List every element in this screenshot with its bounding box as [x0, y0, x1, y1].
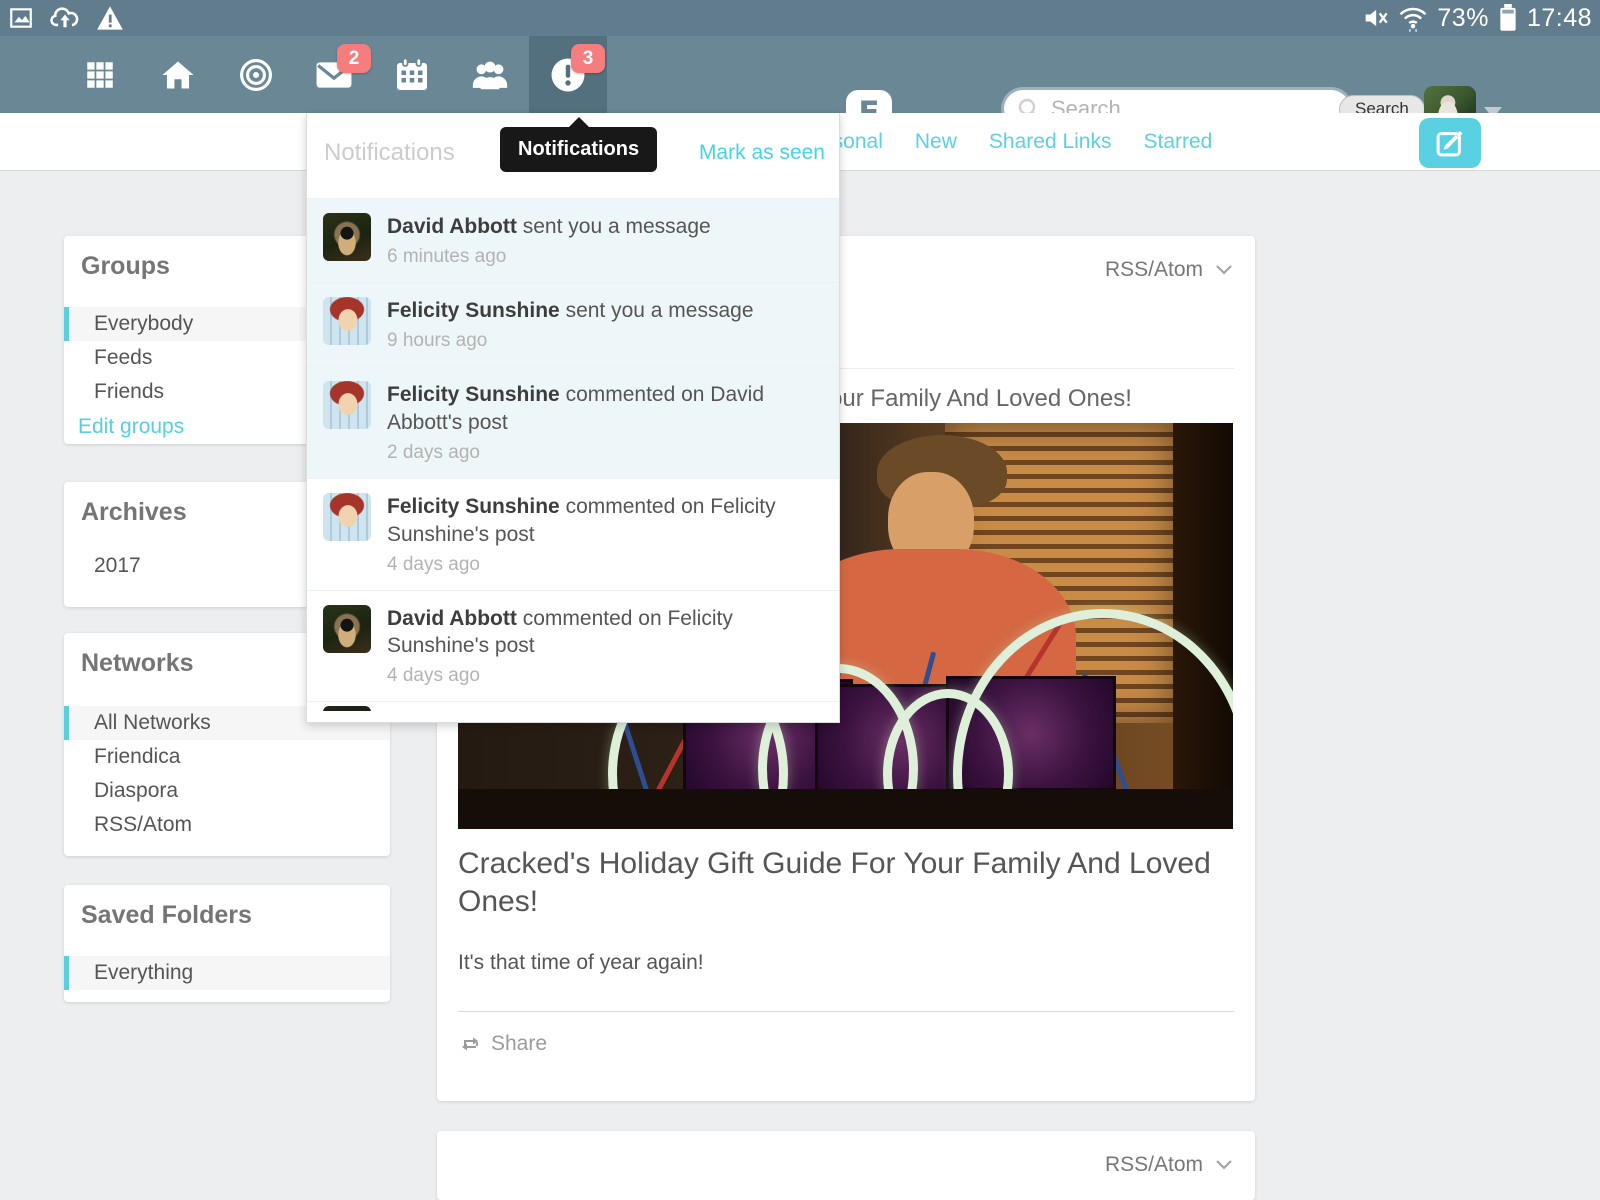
saved-folders-panel: Saved Folders Everything: [64, 885, 390, 1002]
saved-folder-item-everything[interactable]: Everything: [64, 956, 390, 990]
main-navbar: 2 3 F Search: [0, 36, 1600, 113]
avatar-felicity-sunshine: [323, 493, 371, 541]
share-button[interactable]: Share: [458, 1032, 1234, 1056]
nav-tab-network[interactable]: [217, 36, 295, 113]
mark-as-seen-link[interactable]: Mark as seen: [699, 141, 825, 165]
gallery-icon: [8, 5, 34, 31]
cloud-upload-icon: [50, 5, 80, 31]
avatar-felicity-sunshine: [323, 297, 371, 345]
avatar-david-abbott: [323, 605, 371, 653]
notification-time: 4 days ago: [387, 665, 807, 687]
notification-action: sent you a message: [523, 215, 711, 238]
tab-shared-links[interactable]: Shared Links: [989, 130, 1112, 154]
post1-network-label[interactable]: RSS/Atom: [1105, 258, 1203, 282]
network-item-diaspora[interactable]: Diaspora: [64, 774, 390, 808]
messages-badge: 2: [337, 44, 371, 73]
avatar-david-abbott: [323, 213, 371, 261]
notification-time: 6 minutes ago: [387, 246, 711, 268]
notifications-panel-title: Notifications: [324, 139, 455, 167]
compose-button[interactable]: [1419, 118, 1481, 168]
table-edge-shape: [458, 789, 1233, 829]
nav-tab-messages[interactable]: 2: [295, 36, 373, 113]
notification-time: 4 days ago: [387, 554, 807, 576]
notification-item[interactable]: David Abbott sent you a message 6 minute…: [307, 198, 839, 282]
chevron-down-icon[interactable]: [1215, 1159, 1233, 1171]
notification-action: sent you a message: [566, 299, 754, 322]
nav-tab-apps[interactable]: [61, 36, 139, 113]
post1-heading[interactable]: Cracked's Holiday Gift Guide For Your Fa…: [458, 845, 1234, 921]
notifications-tooltip: Notifications: [500, 127, 657, 172]
grid-icon: [83, 58, 117, 92]
wifi-icon: [1398, 4, 1428, 32]
chevron-down-icon[interactable]: [1215, 264, 1233, 276]
notification-item[interactable]: Felicity Sunshine commented on David Abb…: [307, 366, 839, 478]
nav-tab-events[interactable]: [373, 36, 451, 113]
notification-actor: Felicity Sunshine: [387, 299, 560, 322]
post-card-2: RSS/Atom: [437, 1131, 1255, 1200]
nav-tab-contacts[interactable]: [451, 36, 529, 113]
mute-icon: [1361, 5, 1389, 31]
notifications-badge: 3: [571, 44, 605, 73]
notification-actor: David Abbott: [387, 215, 517, 238]
nav-tab-home[interactable]: [139, 36, 217, 113]
notification-item[interactable]: Felicity Sunshine sent you a message 9 h…: [307, 282, 839, 366]
tab-starred[interactable]: Starred: [1143, 130, 1212, 154]
saved-folders-title: Saved Folders: [64, 885, 390, 930]
battery-percent: 73%: [1437, 4, 1489, 33]
notification-actor: Felicity Sunshine: [387, 383, 560, 406]
android-status-bar: 73% 17:48: [0, 0, 1600, 36]
notification-item[interactable]: Felicity Sunshine commented on Felicity …: [307, 478, 839, 590]
notification-item[interactable]: David Abbott commented on Felicity Sunsh…: [307, 590, 839, 702]
target-icon: [238, 57, 274, 93]
notification-time: 9 hours ago: [387, 330, 754, 352]
notification-actor: David Abbott: [387, 607, 517, 630]
people-icon: [470, 58, 510, 92]
warning-icon: [96, 5, 124, 31]
network-item-friendica[interactable]: Friendica: [64, 740, 390, 774]
pencil-square-icon: [1435, 128, 1465, 158]
battery-icon: [1498, 4, 1518, 32]
notifications-dropdown: Notifications Mark as seen David Abbott …: [306, 113, 840, 723]
avatar-felicity-sunshine: [323, 381, 371, 429]
calendar-icon: [394, 57, 430, 93]
notification-actor: Felicity Sunshine: [387, 495, 560, 518]
post1-body: It's that time of year again!: [458, 951, 1234, 975]
home-icon: [160, 58, 196, 92]
network-item-rss-atom[interactable]: RSS/Atom: [64, 808, 390, 842]
nav-tab-notifications[interactable]: 3: [529, 36, 607, 113]
avatar-partial: [323, 706, 371, 711]
post2-network-label[interactable]: RSS/Atom: [1105, 1153, 1203, 1177]
notification-time: 2 days ago: [387, 442, 807, 464]
notification-item-partial[interactable]: [307, 701, 839, 711]
retweet-icon: [458, 1034, 482, 1054]
clock: 17:48: [1527, 4, 1592, 33]
tab-new[interactable]: New: [915, 130, 957, 154]
share-label: Share: [491, 1032, 547, 1056]
